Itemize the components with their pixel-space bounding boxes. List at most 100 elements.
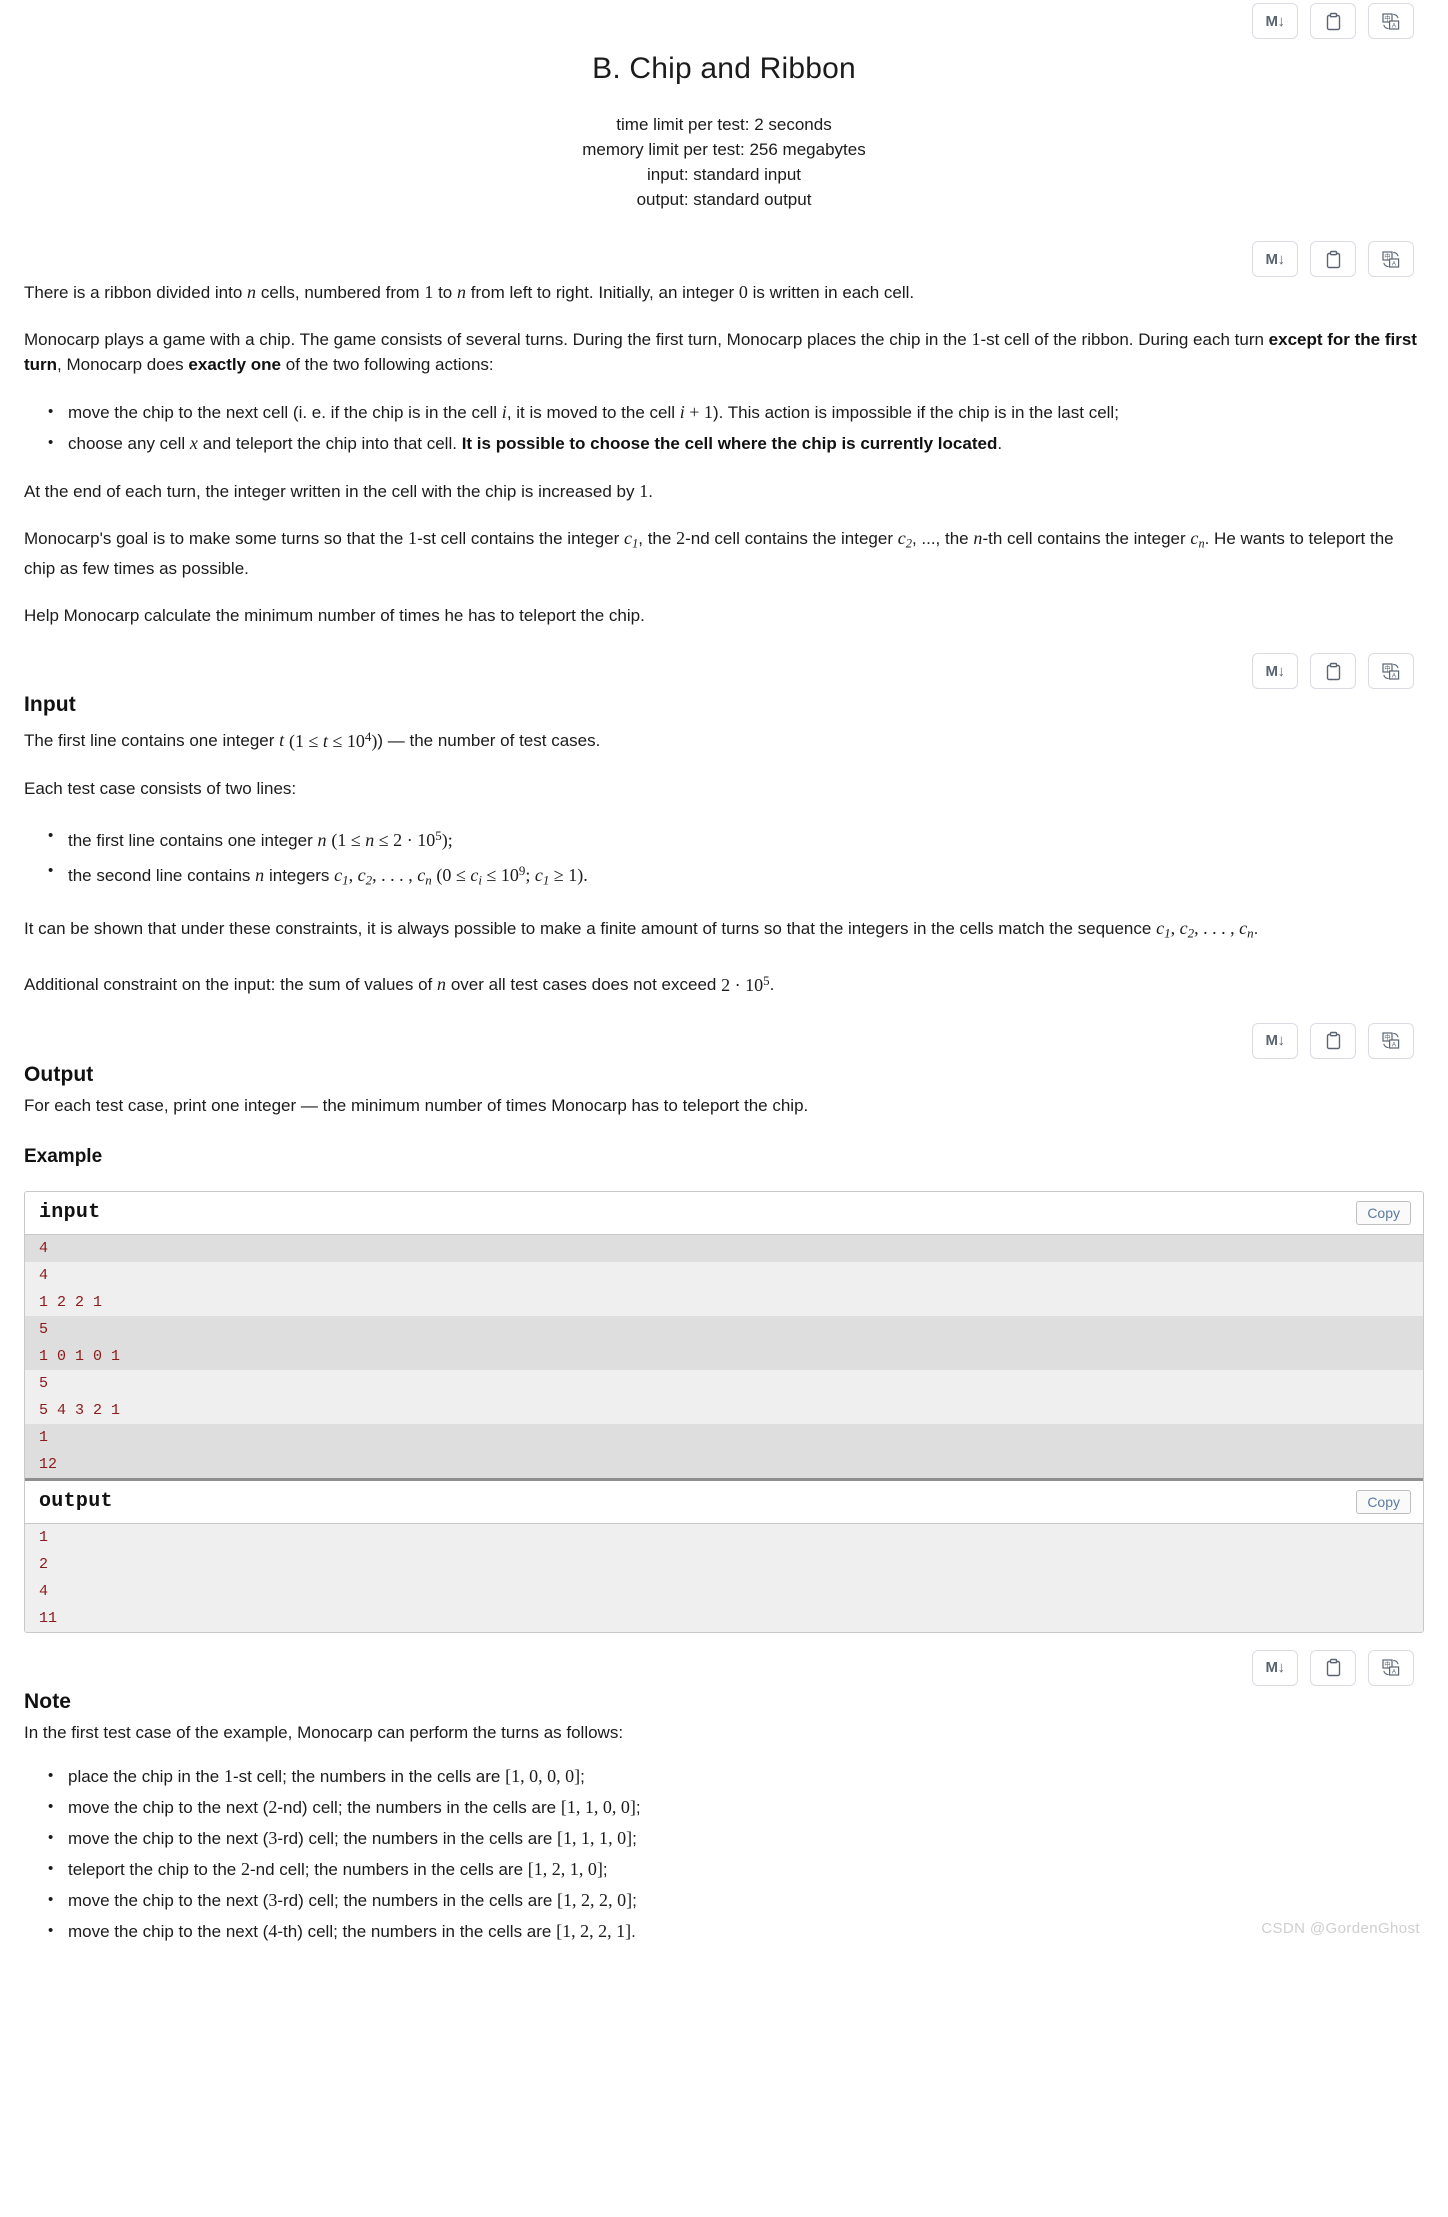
- text-fragment: -nd) cell; the numbers in the cells are: [277, 1797, 561, 1817]
- text-fragment: from left to right. Initially, an intege…: [466, 283, 739, 302]
- math-n: n: [456, 282, 467, 302]
- input-line-2: Each test case consists of two lines:: [24, 778, 297, 798]
- text-fragment: Monocarp's goal is to make some turns so…: [24, 529, 409, 548]
- math-ordinal: 1: [223, 1765, 233, 1786]
- markdown-glyph-label: M↓: [1265, 1032, 1286, 1050]
- constraint-c: (0 ≤ ci ≤ 109; c1 ≥ 1).: [436, 862, 588, 888]
- section-heading-input: Input: [24, 693, 76, 717]
- markdown-export-icon[interactable]: M↓: [1252, 3, 1298, 39]
- math-cell-array: [1, 1, 1, 0]: [557, 1827, 633, 1848]
- statement-paragraph-4: Monocarp's goal is to make some turns so…: [24, 526, 1424, 581]
- code-line: 1 2 2 1: [25, 1288, 1423, 1316]
- text-fragment: ). This action is impossible if the chip…: [712, 403, 1119, 422]
- text-fragment: , it is moved to the cell: [506, 403, 680, 422]
- markdown-glyph-label: M↓: [1265, 1659, 1286, 1677]
- list-item: move the chip to the next (4-th) cell; t…: [48, 1918, 1424, 1945]
- sample-output-label: output: [39, 1490, 113, 1514]
- statement-paragraph-5: Help Monocarp calculate the minimum numb…: [24, 606, 645, 626]
- math-i-plus-1: i + 1: [679, 402, 713, 422]
- math-one: 1: [424, 282, 434, 302]
- text-fragment: -st cell of the ribbon. During each turn: [980, 330, 1269, 349]
- markdown-export-icon[interactable]: M↓: [1252, 1022, 1298, 1059]
- math-cell-array: [1, 2, 2, 1]: [556, 1920, 632, 1941]
- code-line: 4: [25, 1234, 1423, 1262]
- text-fragment: the first line contains one integer: [68, 830, 318, 850]
- translate-icon[interactable]: 中 A: [1368, 653, 1414, 690]
- markdown-glyph-label: M↓: [1265, 662, 1286, 680]
- text-fragment: ;: [602, 1859, 608, 1879]
- math-ordinal: 4: [268, 1920, 278, 1941]
- text-fragment: move the chip to the next cell (i. e. if…: [68, 403, 502, 422]
- text-fragment: -th) cell; the numbers in the cells are: [277, 1921, 557, 1941]
- markdown-export-icon[interactable]: M↓: [1252, 653, 1298, 690]
- clipboard-copy-icon[interactable]: [1310, 3, 1356, 39]
- text-fragment: , ..., the: [911, 529, 974, 548]
- math-cell-array: [1, 2, 2, 0]: [557, 1889, 633, 1910]
- markdown-export-icon[interactable]: M↓: [1252, 241, 1298, 277]
- clipboard-copy-icon[interactable]: [1310, 653, 1356, 690]
- text-fragment: -rd) cell; the numbers in the cells are: [277, 1890, 558, 1910]
- code-line: 12: [25, 1450, 1423, 1478]
- problem-header: B. Chip and Ribbon time limit per test: …: [24, 52, 1424, 212]
- text-fragment: choose any cell: [68, 434, 190, 453]
- translate-icon[interactable]: 中 A: [1368, 1022, 1414, 1059]
- emphasis-teleport-rule: It is possible to choose the cell where …: [461, 434, 998, 453]
- math-c: c: [624, 528, 633, 548]
- text-fragment: ;: [580, 1766, 585, 1786]
- markdown-export-icon[interactable]: M↓: [1252, 1649, 1298, 1686]
- text-fragment: ) — the number of test cases.: [377, 731, 601, 751]
- code-line: 1: [25, 1423, 1423, 1451]
- sample-input-body[interactable]: 441 2 2 151 0 1 0 155 4 3 2 1 1 12: [25, 1234, 1423, 1478]
- clipboard-copy-icon[interactable]: [1310, 1649, 1356, 1686]
- text-fragment: move the chip to the next (: [68, 1797, 269, 1817]
- code-line: 5: [25, 1315, 1423, 1343]
- math-limit-value: 2 · 105: [721, 972, 770, 994]
- text-fragment: to: [433, 283, 457, 302]
- list-item: move the chip to the next (3-rd) cell; t…: [48, 1887, 1424, 1914]
- text-fragment: There is a ribbon divided into: [24, 283, 248, 302]
- list-item: place the chip in the 1-st cell; the num…: [48, 1763, 1424, 1790]
- translate-icon[interactable]: 中 A: [1368, 241, 1414, 277]
- note-section: Note In the first test case of the examp…: [24, 1689, 1424, 1945]
- markdown-glyph-label: M↓: [1265, 250, 1286, 268]
- text-fragment: move the chip to the next (: [68, 1921, 269, 1941]
- text-fragment: .: [648, 482, 653, 501]
- constraint-n: (1 ≤ n ≤ 2 · 105);: [331, 827, 453, 850]
- section-heading-output: Output: [24, 1062, 94, 1086]
- text-fragment: -nd cell contains the integer: [685, 529, 898, 548]
- statement-paragraph-2: Monocarp plays a game with a chip. The g…: [24, 327, 1424, 377]
- clipboard-copy-icon[interactable]: [1310, 241, 1356, 277]
- math-ordinal: 2: [268, 1796, 278, 1817]
- text-fragment: .: [1253, 918, 1259, 938]
- math-cell-array: [1, 2, 1, 0]: [527, 1858, 603, 1879]
- list-item: the second line contains n integers c1, …: [48, 858, 1424, 894]
- text-fragment: over all test cases does not exceed: [446, 975, 722, 995]
- clipboard-glyph: [1326, 250, 1340, 268]
- text-fragment: , Monocarp does: [57, 355, 189, 374]
- math-cell-array: [1, 0, 0, 0]: [505, 1765, 581, 1786]
- text-fragment: of the two following actions:: [281, 355, 494, 374]
- toolbar-top: M↓ 中 A: [24, 0, 1424, 42]
- math-two: 2: [676, 528, 686, 548]
- text-fragment: is written in each cell.: [747, 283, 915, 302]
- clipboard-copy-icon[interactable]: [1310, 1022, 1356, 1059]
- text-fragment: -st cell contains the integer: [417, 529, 625, 548]
- clipboard-glyph: [1326, 662, 1340, 681]
- code-line: 11: [25, 1604, 1423, 1632]
- translate-glyph: 中 A: [1382, 250, 1400, 267]
- translate-icon[interactable]: 中 A: [1368, 3, 1414, 39]
- text-fragment: ;: [632, 1890, 637, 1910]
- code-line: 2: [25, 1550, 1423, 1578]
- copy-output-button[interactable]: Copy: [1356, 1489, 1411, 1514]
- copy-input-button[interactable]: Copy: [1356, 1200, 1411, 1225]
- text-fragment: .: [769, 975, 775, 995]
- sample-output-body[interactable]: 1 2 4 11: [25, 1523, 1423, 1632]
- output-description: For each test case, print one integer — …: [24, 1095, 809, 1115]
- section-heading-note: Note: [24, 1689, 72, 1713]
- text-fragment: and teleport the chip into that cell.: [198, 434, 462, 453]
- translate-icon[interactable]: 中 A: [1368, 1649, 1414, 1686]
- list-item: teleport the chip to the 2-nd cell; the …: [48, 1856, 1424, 1883]
- text-fragment: the second line contains: [68, 866, 256, 886]
- sample-input-header: input Copy: [25, 1191, 1423, 1235]
- text-fragment: ;: [635, 1797, 641, 1817]
